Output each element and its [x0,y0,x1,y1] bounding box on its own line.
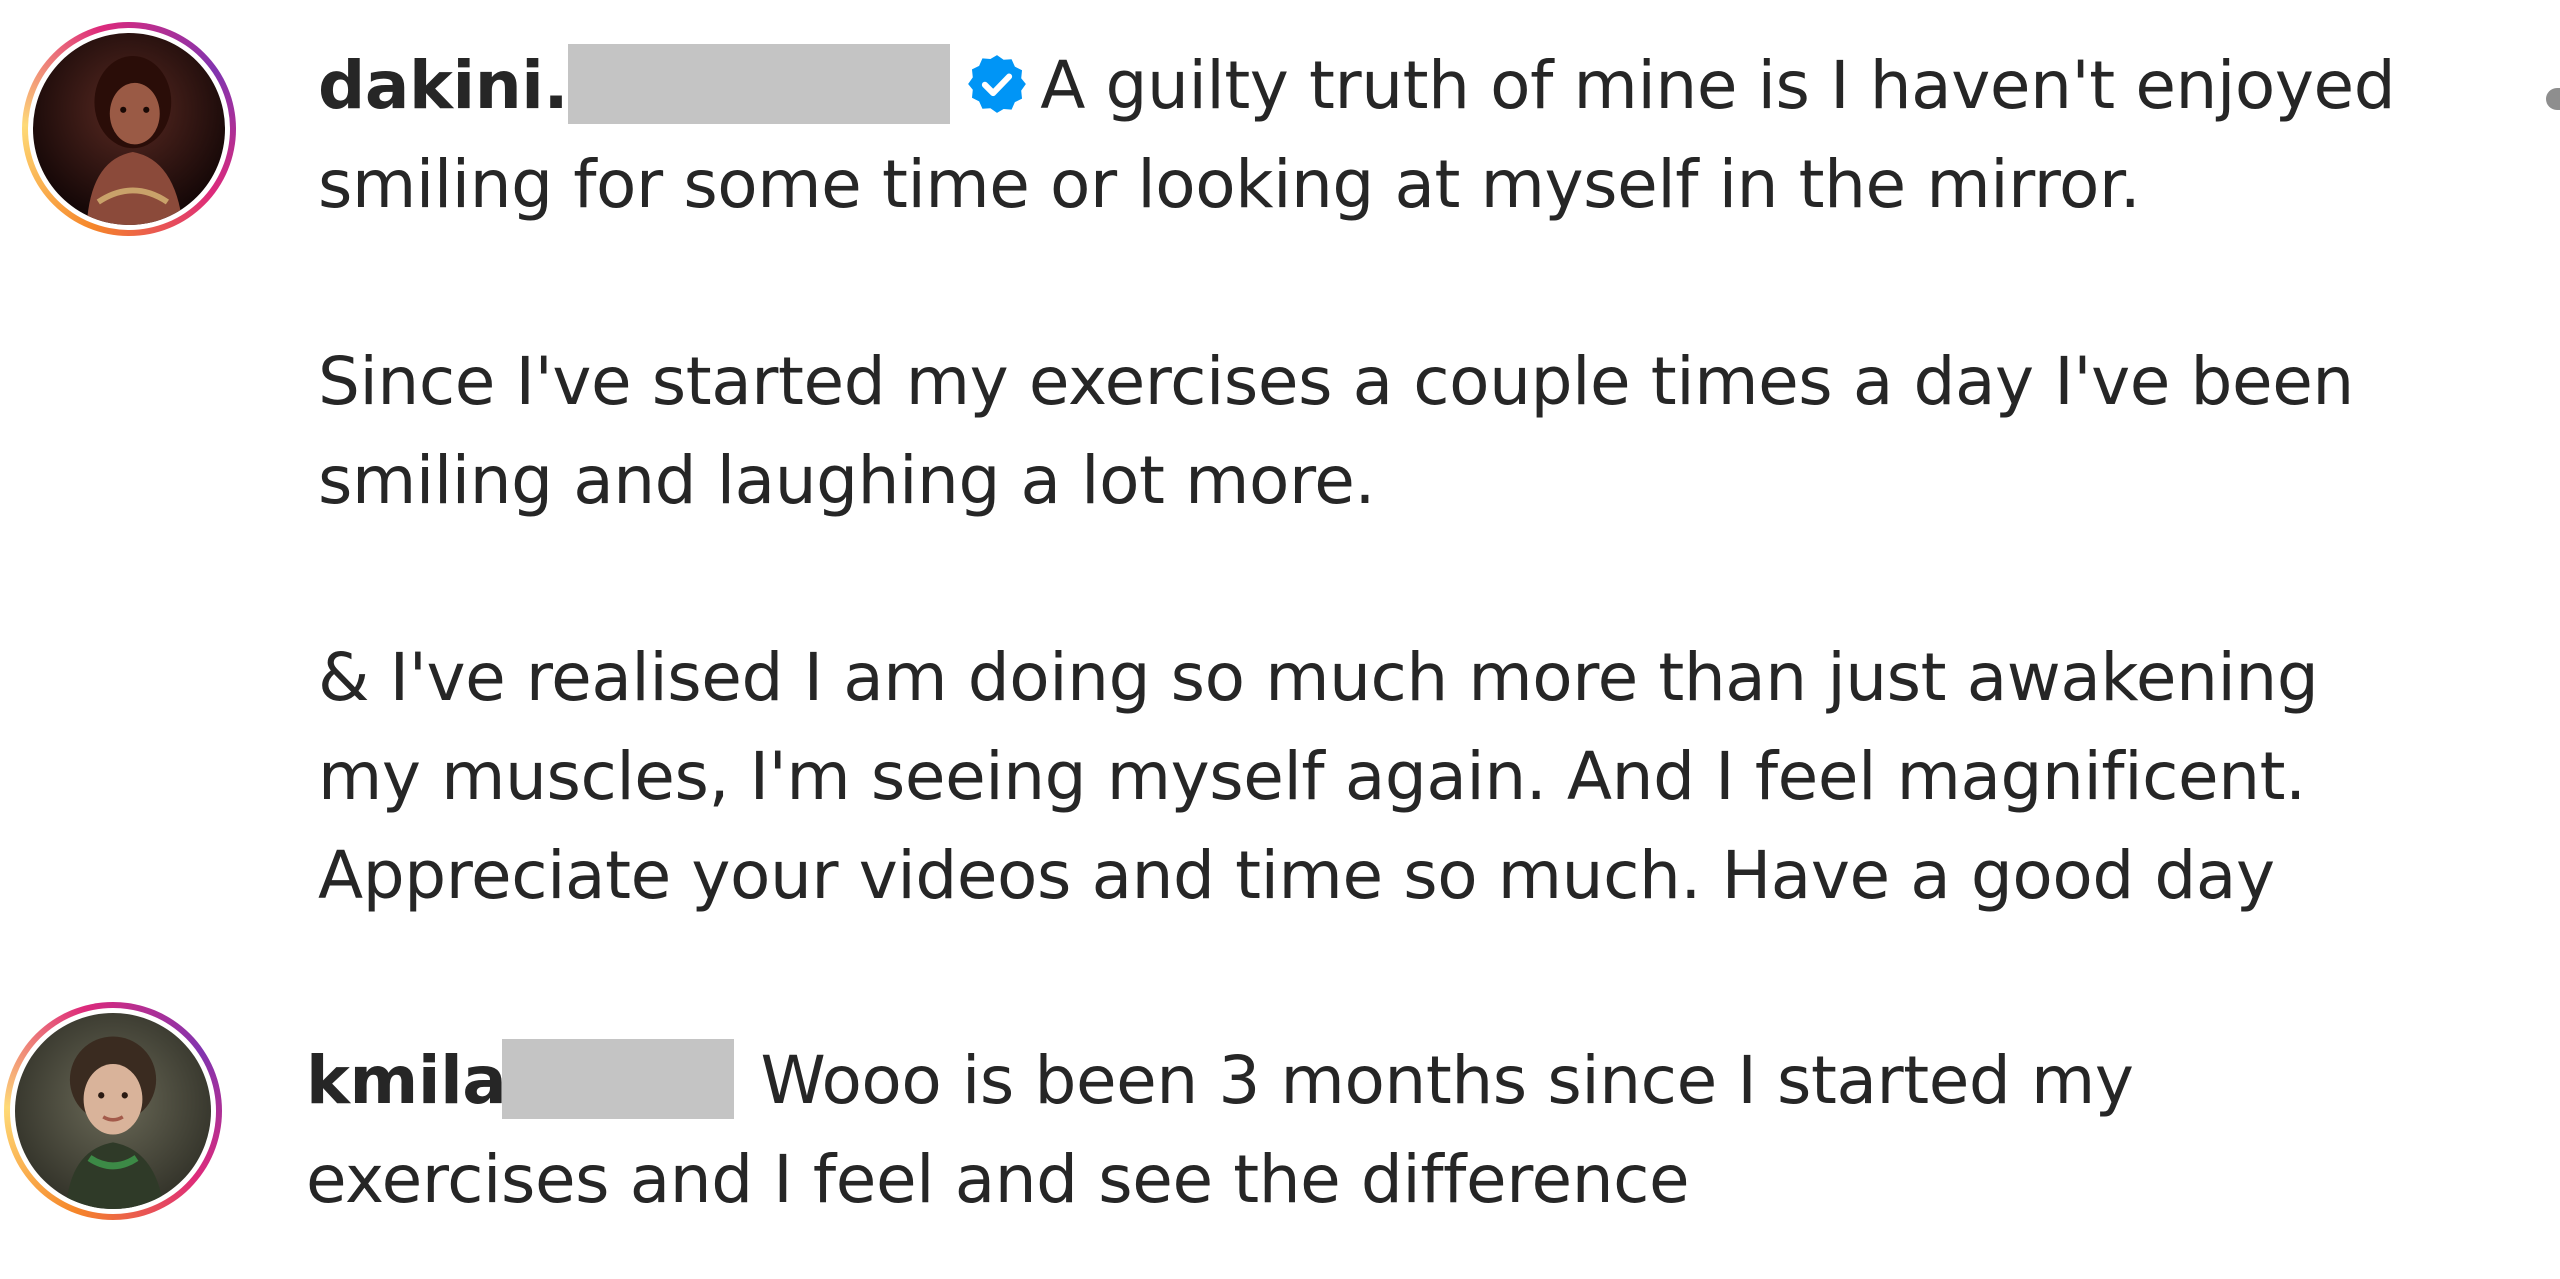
comment-body: dakini. A guilty truth of mine is I haven… [318,36,2396,925]
avatar-photo [33,33,225,225]
comment-line: kmila Wooo is been 3 months since I start… [306,1031,2134,1130]
avatar-gap [28,28,230,230]
comment-line: my muscles, I'm seeing myself again. And… [318,738,2306,815]
comment-paragraph: & I've realised I am doing so much more … [318,628,2395,925]
avatar[interactable] [4,1002,222,1220]
comment-line: Appreciate your videos and time so much.… [318,837,2275,914]
comment-line: exercises and I feel and see the differe… [306,1141,1690,1218]
redacted-username-block [568,43,951,124]
comment-username[interactable]: kmila [306,1042,507,1119]
comment-line: & I've realised I am doing so much more … [318,639,2319,716]
avatar[interactable] [22,22,236,236]
comment-line: smiling for some time or looking at myse… [318,146,2141,223]
verified-badge-icon [964,51,1030,117]
comment-line: dakini. A guilty truth of mine is I haven… [318,36,2396,135]
more-options-icon[interactable] [2546,88,2560,110]
avatar-image [15,1013,211,1209]
comment-line: Since I've started my exercises a couple… [318,343,2354,420]
comment-text: Wooo is been 3 months since I started my [760,1042,2134,1119]
avatar-image [33,33,225,225]
comment-item: kmila Wooo is been 3 months since I start… [0,990,2560,1279]
avatar-gap [10,1008,216,1214]
comment-item: dakini. A guilty truth of mine is I haven… [0,0,2560,960]
comment-paragraph: Since I've started my exercises a couple… [318,332,2395,530]
comment-username[interactable]: dakini. [318,47,569,124]
avatar-photo [15,1013,211,1209]
comment-body: kmila Wooo is been 3 months since I start… [306,1031,2134,1229]
redacted-username-block [502,1038,735,1119]
comment-text: A guilty truth of mine is I haven't enjo… [1040,47,2396,124]
comment-paragraph: dakini. A guilty truth of mine is I haven… [318,36,2396,234]
comment-paragraph: kmila Wooo is been 3 months since I start… [306,1031,2134,1229]
comment-line: smiling and laughing a lot more. [318,442,1376,519]
